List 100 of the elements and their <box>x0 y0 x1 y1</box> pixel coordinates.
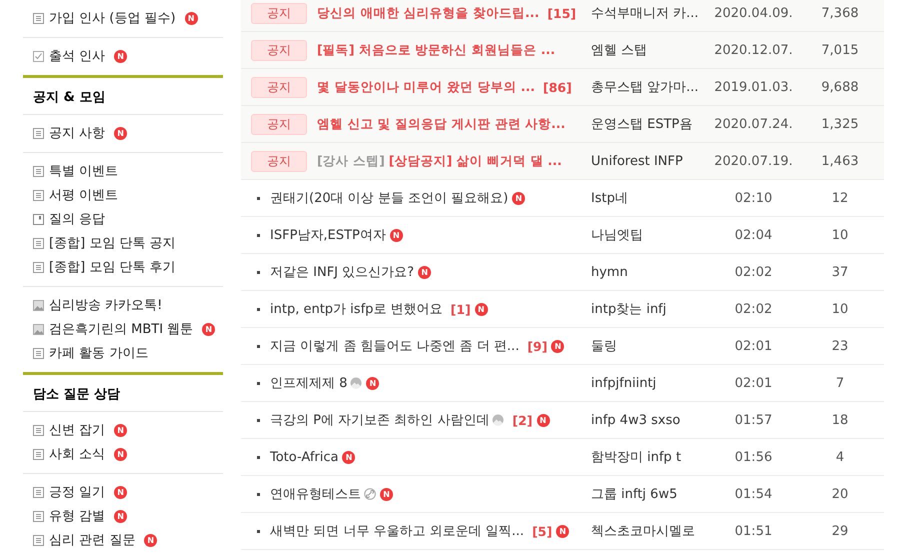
bullet-icon <box>257 492 260 496</box>
post-title[interactable]: intp, entp가 isfp로 변했어요 <box>270 300 443 318</box>
author-name: Uniforest INFP <box>590 154 684 168</box>
post-title[interactable]: 지금 이렇게 좀 힘들어도 나중엔 좀 더 편... <box>270 337 520 355</box>
post-date: 02:01 <box>734 376 774 390</box>
view-count: 37 <box>830 264 850 280</box>
section-heading: 담소 질문 상담 <box>23 375 223 412</box>
board-link[interactable]: 특별 이벤트 <box>23 162 223 180</box>
post-title[interactable]: 새벽만 되면 너무 우울하고 외로운데 일찍... <box>270 522 524 540</box>
view-count: 29 <box>830 524 850 538</box>
author-name: 그룹 inftj 6w5 <box>590 486 678 503</box>
document-icon <box>33 448 44 460</box>
board-link[interactable]: 검은흑기린의 MBTI 웹툰 N <box>23 320 223 338</box>
board-link[interactable]: 신변 잡기 N <box>23 421 223 439</box>
board-link[interactable]: 카페 활동 가이드 <box>23 344 223 362</box>
post-title[interactable]: ISFP남자,ESTP여자 <box>270 226 386 244</box>
new-badge: N <box>114 510 128 522</box>
bookmark-icon <box>33 214 44 224</box>
post-date: 01:57 <box>734 412 774 428</box>
view-count: 4 <box>834 450 846 464</box>
document-icon <box>33 238 44 248</box>
link-icon <box>364 488 376 500</box>
new-badge: N <box>114 486 128 498</box>
view-count: 10 <box>830 302 850 316</box>
bullet-icon <box>257 418 260 422</box>
notice-badge: 공지 <box>251 40 307 60</box>
board-link[interactable]: 사회 소식 N <box>23 445 223 463</box>
post-date: 2020.07.24. <box>713 116 794 132</box>
document-icon <box>33 486 44 498</box>
new-badge: N <box>536 414 550 426</box>
post-date: 01:51 <box>734 524 774 538</box>
new-badge: N <box>114 126 128 140</box>
post-title[interactable]: 저같은 INFJ 있으신가요? <box>270 263 414 281</box>
post-date: 2020.12.07. <box>713 42 794 58</box>
new-badge: N <box>551 340 564 352</box>
comment-count[interactable]: [9] <box>527 338 548 354</box>
author-name: intp찾는 infj <box>590 301 668 318</box>
board-link[interactable]: 가입 인사 (등업 필수) N <box>23 9 223 27</box>
author-name: 둘링 <box>590 338 618 355</box>
board-link[interactable]: 유형 감별 N <box>23 507 223 525</box>
new-badge: N <box>114 448 128 460</box>
comment-count[interactable]: [2] <box>512 412 532 428</box>
bullet-icon <box>257 530 260 532</box>
author-name: infp 4w3 sxso <box>590 412 682 428</box>
image-icon <box>492 414 504 426</box>
new-badge: N <box>556 524 570 538</box>
author-name: hymn <box>590 264 629 280</box>
board-link[interactable]: 긍정 일기 N <box>23 483 223 501</box>
document-icon <box>33 190 44 200</box>
board-link[interactable]: [종합] 모임 단톡 공지 <box>23 234 223 252</box>
notice-badge: 공지 <box>251 76 307 98</box>
bullet-icon <box>257 196 260 200</box>
document-icon <box>33 262 44 272</box>
document-icon <box>33 348 44 358</box>
board-link[interactable]: 서평 이벤트 <box>23 186 223 204</box>
post-title[interactable]: 인프제제제 8 <box>270 374 348 392</box>
board-link[interactable]: 질의 응답 <box>23 210 223 228</box>
board-link[interactable]: [종합] 모임 단톡 후기 <box>23 258 223 276</box>
post-date: 02:02 <box>734 302 774 316</box>
post-title[interactable]: 권태기(20대 이상 분들 조언이 필요해요) <box>270 189 508 207</box>
image-icon <box>350 377 362 389</box>
post-date: 02:01 <box>734 338 774 354</box>
board-link[interactable]: 출석 인사 N <box>23 47 223 65</box>
board-link[interactable]: 심리방송 카카오톡! <box>23 296 223 314</box>
author-name: 운영스탭 ESTP욤 <box>590 116 694 133</box>
board-link[interactable]: 심리 관련 질문 N <box>23 531 223 549</box>
new-badge: N <box>418 266 432 278</box>
document-icon <box>33 510 44 522</box>
image-icon <box>33 300 44 310</box>
view-count: 12 <box>830 190 850 206</box>
post-title[interactable]: 극강의 P에 자기보존 최하인 사람인데 <box>270 411 490 429</box>
post-date: 2020.04.09. <box>713 6 794 20</box>
image-icon <box>33 324 44 334</box>
view-count: 23 <box>830 338 850 354</box>
post-title[interactable]: 연애유형테스트 <box>270 485 361 503</box>
section-heading: 공지 & 모임 <box>23 78 223 115</box>
view-count: 7,368 <box>820 6 860 20</box>
author-name: 나님엣팁 <box>590 227 644 244</box>
new-badge: N <box>184 12 198 24</box>
bullet-icon <box>257 234 260 236</box>
notice-badge: 공지 <box>251 114 307 134</box>
new-badge: N <box>114 50 128 62</box>
view-count: 7 <box>834 376 846 390</box>
comment-count[interactable]: [5] <box>532 524 552 538</box>
board-link[interactable]: 공지 사항 N <box>23 124 223 142</box>
post-date: 2019.01.03. <box>713 80 794 94</box>
author-name: 첵스초코마시멜로 <box>590 523 696 540</box>
view-count: 1,463 <box>820 154 860 168</box>
bullet-icon <box>257 456 260 458</box>
post-title[interactable]: Toto-Africa <box>270 450 338 464</box>
new-badge: N <box>390 228 403 242</box>
checkbox-icon <box>33 50 44 62</box>
comment-count[interactable]: [1] <box>450 302 471 316</box>
notice-badge: 공지 <box>251 2 307 24</box>
new-badge: N <box>366 376 380 390</box>
post-date: 02:02 <box>734 264 774 280</box>
view-count: 10 <box>830 228 850 242</box>
new-badge: N <box>202 322 216 336</box>
document-icon <box>33 128 44 138</box>
author-name: 수석부매니저 카... <box>590 5 700 22</box>
